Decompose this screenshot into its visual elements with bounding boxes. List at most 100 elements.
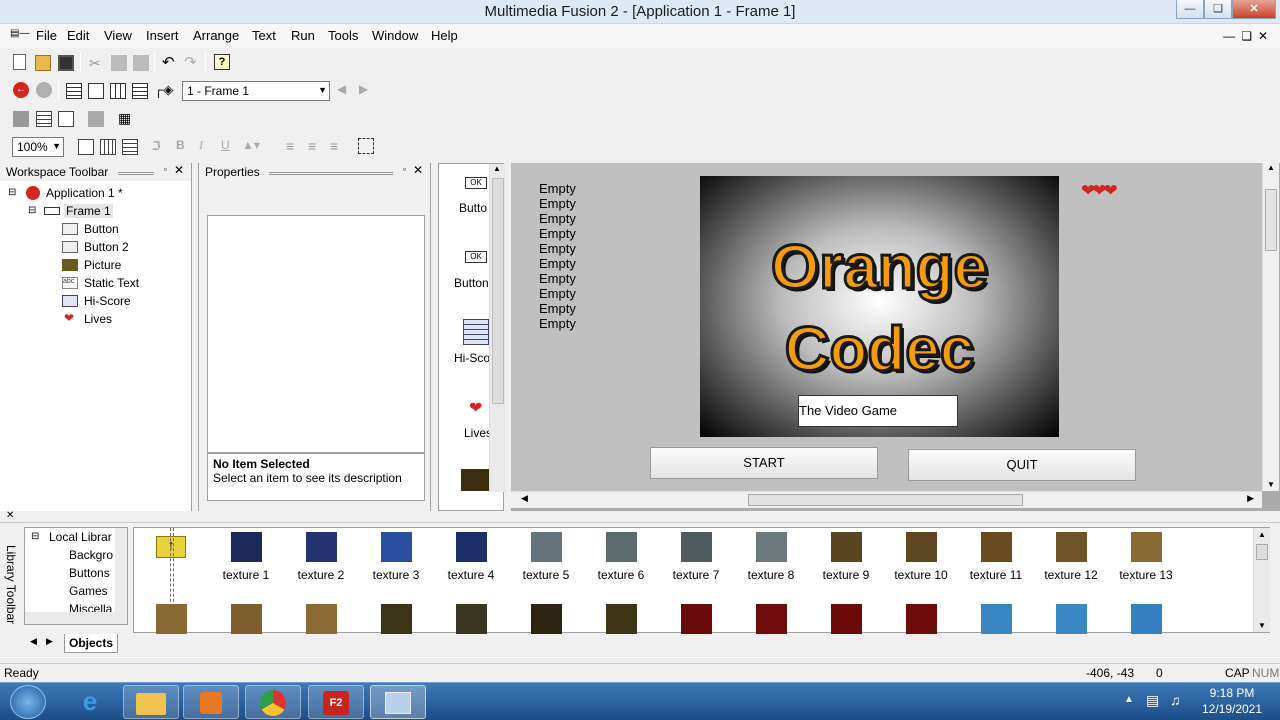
clock[interactable]: 9:18 PM 12/19/2021 [1192,685,1272,717]
texture-thumbnail[interactable] [531,604,562,634]
library-tree-item[interactable]: Games [69,584,108,598]
texture-thumbnail[interactable] [456,532,487,562]
show-hidden-icons[interactable]: ▲ [1124,694,1134,705]
frame-select[interactable]: 1 - Frame 1 ▼ [182,81,330,101]
tree-expander[interactable]: ⊟ [28,205,36,216]
texture-thumbnail[interactable] [606,532,637,562]
layer-icon[interactable] [13,111,29,127]
texture-thumbnail[interactable] [1131,604,1162,634]
underline-icon[interactable]: U [221,138,237,154]
objbar-scrollbar[interactable]: ▲ [489,164,506,492]
scroll-right-icon[interactable]: ▶ [46,636,53,647]
library-items[interactable]: ↑ texture 1 texture 2 texture 3 texture … [133,527,1270,634]
menu-help[interactable]: Help [431,28,458,43]
zoom-select[interactable]: 100% ▼ [12,137,64,157]
storyboard-icon[interactable] [66,83,82,99]
paste-icon[interactable] [133,55,149,71]
capture-icon[interactable]: ▦ [118,110,134,126]
texture-thumbnail[interactable] [1056,532,1087,562]
align-center-icon[interactable]: ≡ [308,138,324,154]
grid-icon[interactable] [78,139,94,155]
texture-thumbnail[interactable] [606,604,637,634]
network-icon[interactable]: ▤ [1146,692,1159,709]
tree-object[interactable]: Static Text [84,276,139,290]
collapse-icon[interactable]: ▫ [403,164,406,174]
scroll-thumb[interactable] [492,178,504,404]
library-tree-item[interactable]: Buttons [69,566,110,580]
control-panel-icon[interactable] [370,685,426,719]
internet-explorer-icon[interactable]: e [62,685,118,719]
texture-thumbnail[interactable] [306,532,337,562]
menu-tools[interactable]: Tools [328,28,358,43]
data-elements-icon[interactable]: ┌◈ [154,82,173,98]
close-icon[interactable]: ✕ [413,163,423,177]
objbar-item[interactable]: Button [454,276,489,290]
property-grid[interactable] [207,215,425,453]
scroll-up-icon[interactable]: ▲ [1258,530,1266,539]
tree-frame[interactable]: Frame 1 [64,204,113,218]
quit-button[interactable]: QUIT [908,449,1136,481]
objbar-item[interactable]: Butto [459,201,487,215]
italic-icon[interactable]: I [199,138,215,154]
close-button[interactable]: ✕ [1232,0,1276,19]
list-icon[interactable] [36,111,52,127]
scroll-down-icon[interactable]: ▼ [1258,621,1266,630]
media-player-icon[interactable] [183,685,239,719]
scroll-up-icon[interactable]: ▲ [493,164,501,173]
library-tree-root[interactable]: Local Librar [49,530,112,544]
close-icon[interactable]: ✕ [174,163,184,177]
objbar-item[interactable]: Hi-Sco [454,351,490,365]
chrome-icon[interactable] [245,685,301,719]
menu-arrange[interactable]: Arrange [193,28,239,43]
cut-icon[interactable]: ✂ [89,55,105,71]
stop-square-icon[interactable] [88,111,104,127]
picture-icon[interactable] [461,469,489,491]
tree-object[interactable]: Picture [84,258,121,272]
texture-thumbnail[interactable] [306,604,337,634]
texture-thumbnail[interactable] [756,604,787,634]
undo-icon[interactable]: ↶ [162,53,178,71]
align-left-icon[interactable]: ≡ [286,138,302,154]
texture-thumbnail[interactable] [681,532,712,562]
redo-icon[interactable]: ↷ [184,53,200,71]
menu-run[interactable]: Run [291,28,315,43]
explorer-icon[interactable] [123,685,179,719]
copy-icon[interactable] [111,55,127,71]
scroll-right-icon[interactable]: ▶ [1247,493,1254,504]
tree-hscrollbar[interactable] [25,612,115,624]
library-tree[interactable]: ⊟ Local Librar Backgro Buttons Games Mis… [24,527,128,625]
menu-view[interactable]: View [104,28,132,43]
menu-edit[interactable]: Edit [67,28,89,43]
bold-icon[interactable]: B [176,138,192,154]
texture-thumbnail[interactable] [831,604,862,634]
close-icon[interactable]: ✕ [6,510,14,521]
texture-thumbnail[interactable] [381,604,412,634]
tree-expander[interactable]: ⊟ [8,187,16,198]
menu-window[interactable]: Window [372,28,418,43]
window-icon[interactable] [58,111,74,127]
scroll-thumb[interactable] [1256,544,1268,560]
tree-scrollbar[interactable] [115,528,127,624]
next-frame-icon[interactable]: ▶ [359,82,375,98]
library-scrollbar[interactable]: ▲ ▼ [1253,528,1270,632]
scroll-thumb[interactable] [748,494,1023,506]
panel-splitter[interactable]: ✕ [0,510,1280,523]
objbar-item[interactable]: Lives [464,426,492,440]
button-object-icon[interactable]: OK [465,251,487,263]
menu-insert[interactable]: Insert [146,28,179,43]
scroll-left-icon[interactable]: ◀ [30,636,37,647]
lives-object[interactable]: ❤❤❤ [1081,181,1118,201]
event-list-icon[interactable] [132,83,148,99]
menu-text[interactable]: Text [252,28,276,43]
snap-icon[interactable] [100,139,116,155]
scroll-down-icon[interactable]: ▼ [1267,480,1275,489]
open-icon[interactable] [35,55,51,71]
start-button[interactable]: START [650,447,878,479]
save-icon[interactable] [58,55,74,71]
fusion-app-icon[interactable]: F2 [308,685,364,719]
texture-thumbnail[interactable] [981,532,1012,562]
frame-editor-icon[interactable] [88,83,104,99]
tree-object[interactable]: Hi-Score [84,294,131,308]
event-editor-icon[interactable] [110,83,126,99]
play-icon[interactable] [36,82,52,98]
